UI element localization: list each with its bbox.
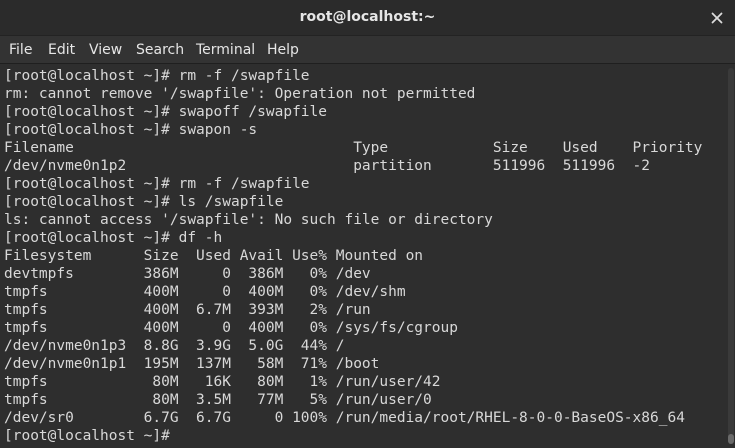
terminal-line: [root@localhost ~]# ls /swapfile — [4, 194, 284, 210]
menu-terminal[interactable]: Terminal — [196, 42, 255, 58]
terminal-line: tmpfs 400M 6.7M 393M 2% /run — [4, 302, 371, 318]
terminal-prompt-line: [root@localhost ~]# — [4, 427, 735, 445]
terminal-line: Filesystem Size Used Avail Use% Mounted … — [4, 248, 424, 264]
terminal-line: [root@localhost ~]# swapoff /swapfile — [4, 104, 328, 120]
terminal-prompt: [root@localhost ~]# — [4, 428, 179, 444]
menu-search[interactable]: Search — [136, 42, 184, 58]
terminal-line: tmpfs 80M 16K 80M 1% /run/user/42 — [4, 374, 441, 390]
text-cursor — [179, 427, 188, 443]
terminal-line: /dev/nvme0n1p2 partition 511996 511996 -… — [4, 158, 651, 174]
terminal-line: [root@localhost ~]# df -h — [4, 230, 223, 246]
close-button[interactable] — [707, 8, 727, 28]
terminal-window: root@localhost:~ File Edit View Search T… — [0, 0, 735, 448]
terminal-line: [root@localhost ~]# rm -f /swapfile — [4, 68, 310, 84]
menu-help[interactable]: Help — [267, 42, 299, 58]
terminal-line: devtmpfs 386M 0 386M 0% /dev — [4, 266, 371, 282]
menu-view[interactable]: View — [89, 42, 122, 58]
terminal-line: /dev/nvme0n1p3 8.8G 3.9G 5.0G 44% / — [4, 338, 345, 354]
terminal-output[interactable]: [root@localhost ~]# rm -f /swapfile rm: … — [0, 64, 735, 448]
scrollbar-thumb[interactable] — [728, 434, 734, 444]
terminal-line: tmpfs 400M 0 400M 0% /sys/fs/cgroup — [4, 320, 458, 336]
terminal-line: tmpfs 80M 3.5M 77M 5% /run/user/0 — [4, 392, 432, 408]
title-bar[interactable]: root@localhost:~ — [0, 0, 735, 36]
terminal-line: [root@localhost ~]# rm -f /swapfile — [4, 176, 310, 192]
terminal-line: /dev/sr0 6.7G 6.7G 0 100% /run/media/roo… — [4, 410, 685, 426]
terminal-line: Filename Type Size Used Priority — [4, 140, 703, 156]
menu-bar: File Edit View Search Terminal Help — [0, 36, 735, 64]
menu-file[interactable]: File — [9, 42, 32, 58]
close-icon — [711, 12, 723, 24]
terminal-line: ls: cannot access '/swapfile': No such f… — [4, 212, 493, 228]
scrollbar-track[interactable] — [728, 68, 734, 442]
terminal-line: rm: cannot remove '/swapfile': Operation… — [4, 86, 476, 102]
window-title: root@localhost:~ — [299, 9, 436, 25]
menu-edit[interactable]: Edit — [48, 42, 75, 58]
terminal-line: [root@localhost ~]# swapon -s — [4, 122, 258, 138]
terminal-line: /dev/nvme0n1p1 195M 137M 58M 71% /boot — [4, 356, 380, 372]
terminal-line: tmpfs 400M 0 400M 0% /dev/shm — [4, 284, 406, 300]
